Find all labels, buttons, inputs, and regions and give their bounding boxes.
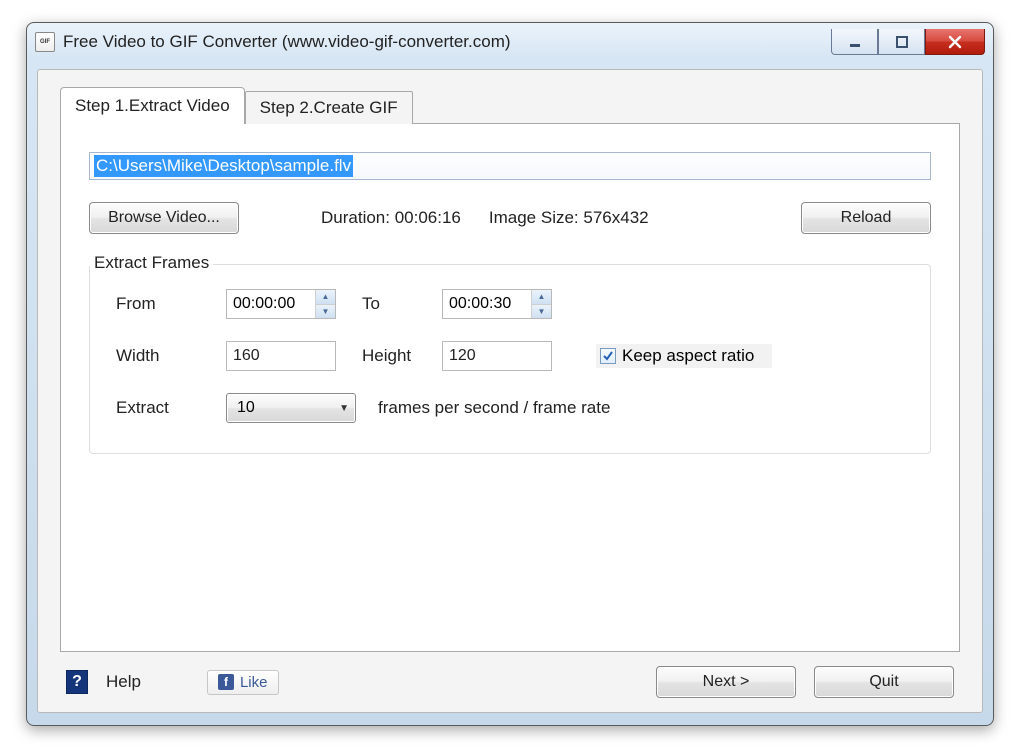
spinner-up-icon[interactable]: ▲ <box>316 290 335 305</box>
to-time-input[interactable] <box>443 290 531 318</box>
fps-dropdown[interactable]: 10 ▼ <box>226 393 356 423</box>
tab-step1[interactable]: Step 1.Extract Video <box>60 87 245 124</box>
duration-label: Duration: 00:06:16 <box>321 208 461 228</box>
check-icon <box>602 350 614 362</box>
help-label[interactable]: Help <box>106 672 141 692</box>
keep-aspect-checkbox[interactable]: Keep aspect ratio <box>596 344 772 368</box>
spinner-up-icon[interactable]: ▲ <box>532 290 551 305</box>
to-time-spinner[interactable]: ▲ ▼ <box>442 289 552 319</box>
height-label: Height <box>362 346 442 366</box>
help-icon[interactable]: ? <box>66 670 88 694</box>
checkbox-box <box>600 348 616 364</box>
minimize-button[interactable] <box>831 29 878 55</box>
fps-value: 10 <box>237 399 255 417</box>
facebook-icon: f <box>218 674 234 690</box>
height-input[interactable] <box>442 341 552 371</box>
tabstrip: Step 1.Extract Video Step 2.Create GIF <box>60 90 960 124</box>
to-label: To <box>362 294 442 314</box>
from-time-arrows[interactable]: ▲ ▼ <box>315 290 335 318</box>
fps-suffix-label: frames per second / frame rate <box>378 398 610 418</box>
spinner-down-icon[interactable]: ▼ <box>316 305 335 319</box>
maximize-button[interactable] <box>878 29 925 55</box>
facebook-like-button[interactable]: f Like <box>207 670 279 695</box>
window-title: Free Video to GIF Converter (www.video-g… <box>63 32 511 52</box>
titlebar[interactable]: GIF Free Video to GIF Converter (www.vid… <box>27 23 993 61</box>
bottom-bar: ? Help f Like Next > Quit <box>60 652 960 698</box>
app-window: GIF Free Video to GIF Converter (www.vid… <box>26 22 994 726</box>
to-time-arrows[interactable]: ▲ ▼ <box>531 290 551 318</box>
file-path-input[interactable]: C:\Users\Mike\Desktop\sample.flv <box>89 152 931 180</box>
keep-aspect-label: Keep aspect ratio <box>622 346 754 366</box>
from-time-spinner[interactable]: ▲ ▼ <box>226 289 336 319</box>
extract-label: Extract <box>116 398 226 418</box>
extract-frames-title: Extract Frames <box>90 253 213 273</box>
tab-step1-page: C:\Users\Mike\Desktop\sample.flv Browse … <box>60 123 960 652</box>
from-label: From <box>116 294 226 314</box>
from-time-input[interactable] <box>227 290 315 318</box>
quit-button[interactable]: Quit <box>814 666 954 698</box>
width-input[interactable] <box>226 341 336 371</box>
browse-video-button[interactable]: Browse Video... <box>89 202 239 234</box>
close-button[interactable] <box>925 29 985 55</box>
image-size-label: Image Size: 576x432 <box>489 208 649 228</box>
client-area: Step 1.Extract Video Step 2.Create GIF C… <box>37 69 983 713</box>
file-path-value: C:\Users\Mike\Desktop\sample.flv <box>94 155 353 177</box>
width-label: Width <box>116 346 226 366</box>
window-controls <box>831 29 985 55</box>
tab-step2[interactable]: Step 2.Create GIF <box>245 91 413 124</box>
like-label: Like <box>240 674 268 691</box>
extract-frames-group: Extract Frames From ▲ ▼ To ▲ <box>89 264 931 454</box>
next-button[interactable]: Next > <box>656 666 796 698</box>
app-icon: GIF <box>35 32 55 52</box>
spinner-down-icon[interactable]: ▼ <box>532 305 551 319</box>
chevron-down-icon: ▼ <box>339 403 349 414</box>
reload-button[interactable]: Reload <box>801 202 931 234</box>
